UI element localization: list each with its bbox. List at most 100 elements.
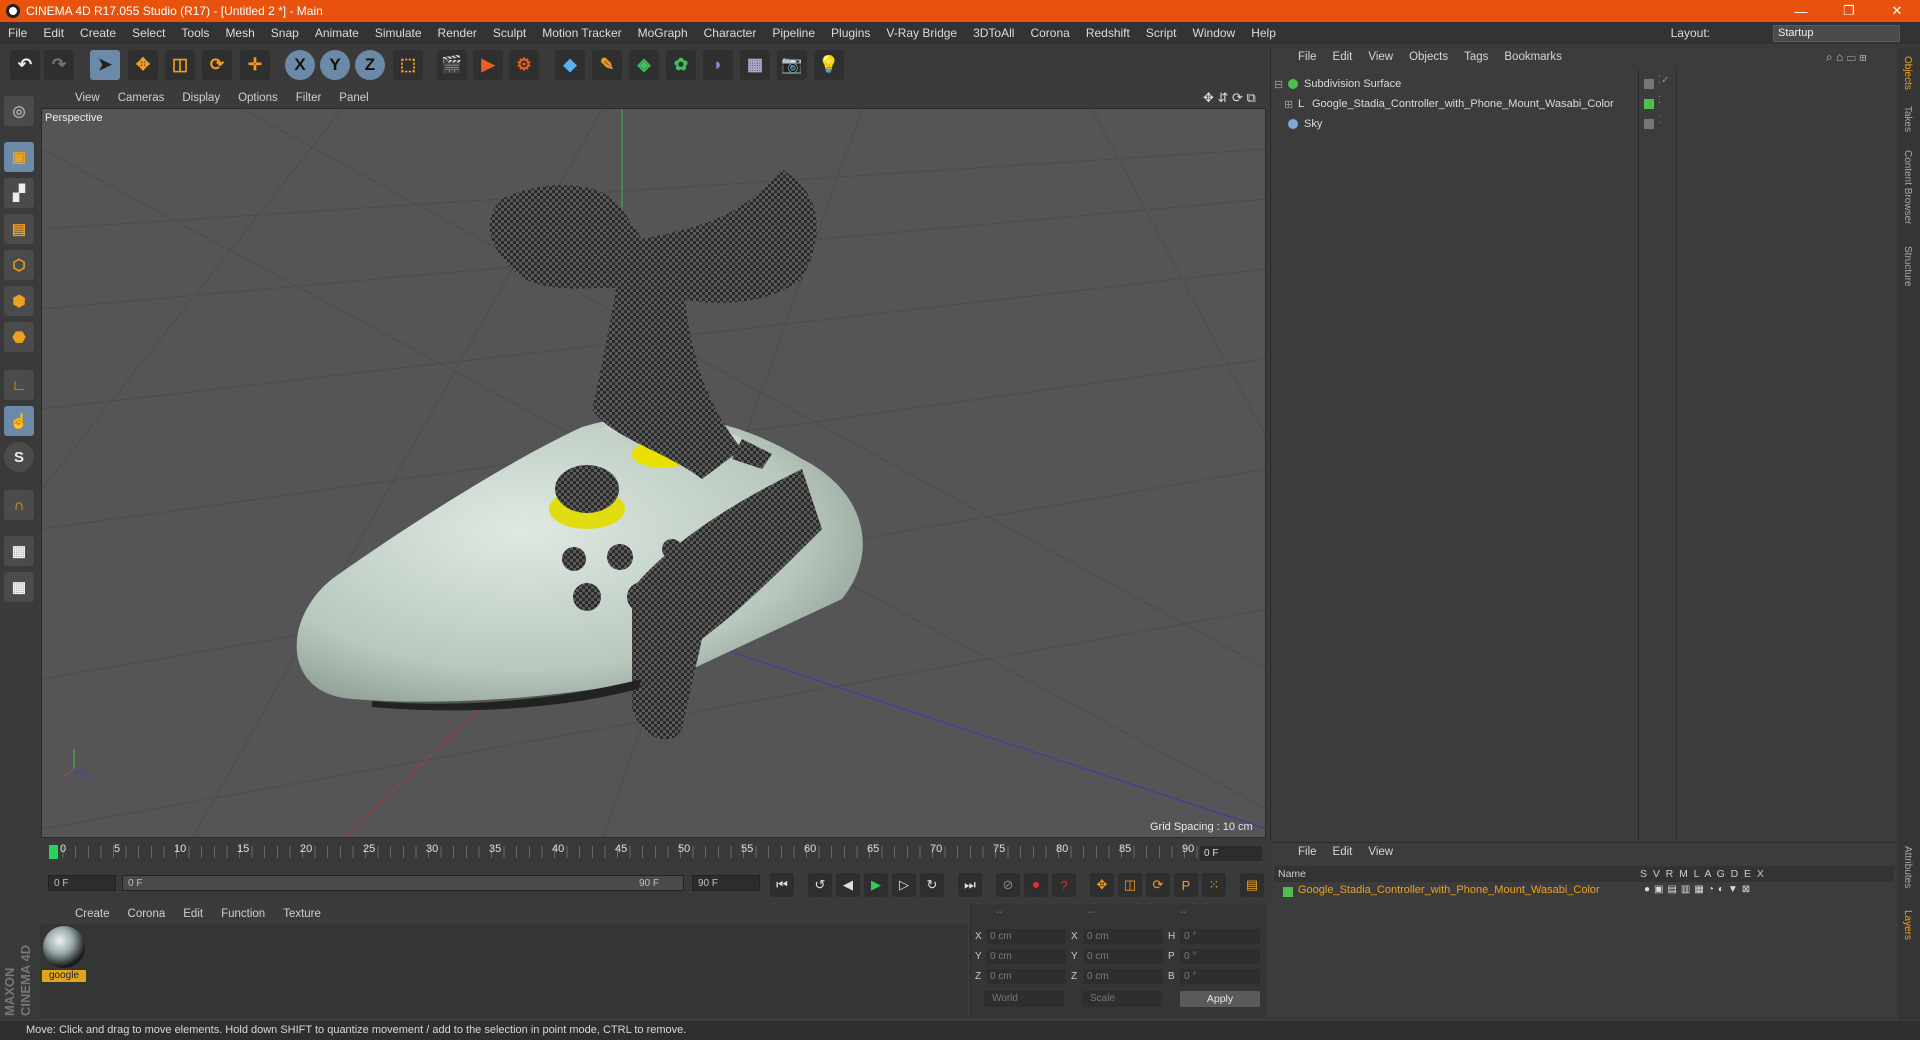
menu-simulate[interactable]: Simulate: [367, 26, 430, 40]
menu-vray-bridge[interactable]: V-Ray Bridge: [878, 26, 965, 40]
viewport-menu-filter[interactable]: Filter: [287, 92, 331, 104]
menu-plugins[interactable]: Plugins: [823, 26, 878, 40]
frame-range-slider[interactable]: 0 F 90 F: [122, 875, 684, 891]
tab-content-browser[interactable]: Content Browser: [1902, 150, 1913, 224]
go-to-end-icon[interactable]: ⏭: [958, 873, 982, 897]
size-y-field[interactable]: 0 cm: [1083, 949, 1163, 964]
tab-layers[interactable]: Layers: [1902, 910, 1913, 940]
axis-y-button[interactable]: Y: [320, 50, 350, 80]
viewport-nav-icons[interactable]: ✥ ⇵ ⟳ ⧉: [1203, 90, 1256, 106]
menu-help[interactable]: Help: [1243, 26, 1284, 40]
start-frame-field[interactable]: 0 F: [48, 875, 116, 891]
next-key-icon[interactable]: ↻: [920, 873, 944, 897]
render-picture-viewer-icon[interactable]: ▶: [473, 50, 503, 80]
object-menu-file[interactable]: File: [1290, 51, 1325, 63]
camera-icon[interactable]: 📷: [777, 50, 807, 80]
object-row[interactable]: ⊟ Subdivision Surface: [1274, 75, 1638, 93]
autokey-icon[interactable]: ?: [1052, 873, 1076, 897]
render-settings-icon[interactable]: ⚙: [509, 50, 539, 80]
edges-mode-icon[interactable]: ⬢: [4, 286, 34, 316]
menu-sculpt[interactable]: Sculpt: [485, 26, 534, 40]
pen-spline-icon[interactable]: ✎: [592, 50, 622, 80]
menu-create[interactable]: Create: [72, 26, 124, 40]
minimize-button[interactable]: —: [1778, 0, 1824, 22]
play-icon[interactable]: ▶: [864, 873, 888, 897]
light-icon[interactable]: 💡: [814, 50, 844, 80]
tab-takes[interactable]: Takes: [1902, 106, 1913, 132]
restore-button[interactable]: ❐: [1826, 0, 1872, 22]
subdivision-icon[interactable]: ◈: [629, 50, 659, 80]
cube-icon[interactable]: ◆: [555, 50, 585, 80]
axis-mode-icon[interactable]: ∟: [4, 370, 34, 400]
menu-script[interactable]: Script: [1138, 26, 1185, 40]
key-parameter-icon[interactable]: P: [1174, 873, 1198, 897]
layer-color-swatch[interactable]: [1283, 887, 1293, 897]
position-z-field[interactable]: 0 cm: [986, 969, 1066, 984]
playhead[interactable]: [49, 845, 58, 859]
layer-row-name[interactable]: Google_Stadia_Controller_with_Phone_Moun…: [1298, 884, 1600, 896]
move-live-icon[interactable]: ✛: [240, 50, 270, 80]
menu-redshift[interactable]: Redshift: [1078, 26, 1138, 40]
menu-window[interactable]: Window: [1185, 26, 1244, 40]
viewport-menu-display[interactable]: Display: [173, 92, 229, 104]
tab-objects[interactable]: Objects: [1902, 56, 1913, 90]
menu-file[interactable]: File: [0, 26, 35, 40]
menu-corona[interactable]: Corona: [1022, 26, 1077, 40]
object-row[interactable]: ⊞ L Google_Stadia_Controller_with_Phone_…: [1284, 95, 1648, 113]
layer-flag-icons[interactable]: ●▣▤▥▦◔◐▼⊠: [1644, 884, 1754, 895]
object-menu-view[interactable]: View: [1360, 51, 1401, 63]
rotate-icon[interactable]: ⟳: [202, 50, 232, 80]
material-name[interactable]: google: [42, 970, 86, 982]
rotation-h-field[interactable]: 0 °: [1180, 929, 1260, 944]
material-menu-edit[interactable]: Edit: [174, 908, 212, 920]
menu-edit[interactable]: Edit: [35, 26, 72, 40]
visibility-check-icon[interactable]: ⁚✓: [1658, 75, 1670, 86]
material-menu-texture[interactable]: Texture: [274, 908, 330, 920]
viewport-menu-view[interactable]: View: [66, 92, 109, 104]
key-point-level-icon[interactable]: ⁙: [1202, 873, 1226, 897]
material-menu-corona[interactable]: Corona: [119, 908, 175, 920]
layer-tag[interactable]: [1644, 119, 1654, 129]
menu-motion-tracker[interactable]: Motion Tracker: [534, 26, 629, 40]
material-menu-function[interactable]: Function: [212, 908, 274, 920]
end-frame-field[interactable]: 90 F: [692, 875, 760, 891]
object-row[interactable]: Sky: [1274, 115, 1638, 133]
material-preview[interactable]: [43, 926, 85, 968]
axis-x-button[interactable]: X: [285, 50, 315, 80]
object-menu-objects[interactable]: Objects: [1401, 51, 1456, 63]
rotation-p-field[interactable]: 0 °: [1180, 949, 1260, 964]
coordinate-system-icon[interactable]: ⬚: [393, 50, 423, 80]
snap-magnet-icon[interactable]: ∩: [4, 490, 34, 520]
key-position-icon[interactable]: ✥: [1090, 873, 1114, 897]
key-rotation-icon[interactable]: ⟳: [1146, 873, 1170, 897]
menu-mesh[interactable]: Mesh: [217, 26, 262, 40]
planar-workplane-icon[interactable]: ▦: [4, 572, 34, 602]
tab-attributes[interactable]: Attributes: [1902, 846, 1913, 888]
menu-animate[interactable]: Animate: [307, 26, 367, 40]
workplane-icon[interactable]: ▤: [4, 214, 34, 244]
previous-key-icon[interactable]: ↺: [808, 873, 832, 897]
coordinate-mode-select[interactable]: World: [984, 991, 1064, 1007]
make-editable-icon[interactable]: ◎: [4, 96, 34, 126]
viewport-menu-panel[interactable]: Panel: [330, 92, 377, 104]
size-z-field[interactable]: 0 cm: [1083, 969, 1163, 984]
timeline-window-icon[interactable]: ▤: [1240, 873, 1264, 897]
menu-mograph[interactable]: MoGraph: [630, 26, 696, 40]
object-menu-edit[interactable]: Edit: [1325, 51, 1361, 63]
undo-icon[interactable]: ↶: [10, 50, 40, 80]
close-button[interactable]: ✕: [1874, 0, 1920, 22]
menu-3dtoall[interactable]: 3DToAll: [965, 26, 1022, 40]
layer-menu-file[interactable]: File: [1290, 846, 1325, 858]
controller-model[interactable]: [296, 169, 863, 740]
timeline-ruler[interactable]: [40, 840, 1266, 864]
cloner-icon[interactable]: ✿: [666, 50, 696, 80]
material-menu-create[interactable]: Create: [66, 908, 119, 920]
size-x-field[interactable]: 0 cm: [1083, 929, 1163, 944]
layout-select[interactable]: Startup: [1773, 25, 1900, 42]
tweak-mode-icon[interactable]: ☝: [4, 406, 34, 436]
apply-button[interactable]: Apply: [1180, 991, 1260, 1007]
object-manager-tools-icons[interactable]: ⌕ ⌂ ▭ ⊞: [1826, 50, 1867, 65]
rotation-b-field[interactable]: 0 °: [1180, 969, 1260, 984]
render-view-icon[interactable]: 🎬: [437, 50, 467, 80]
next-frame-icon[interactable]: ▷: [892, 873, 916, 897]
